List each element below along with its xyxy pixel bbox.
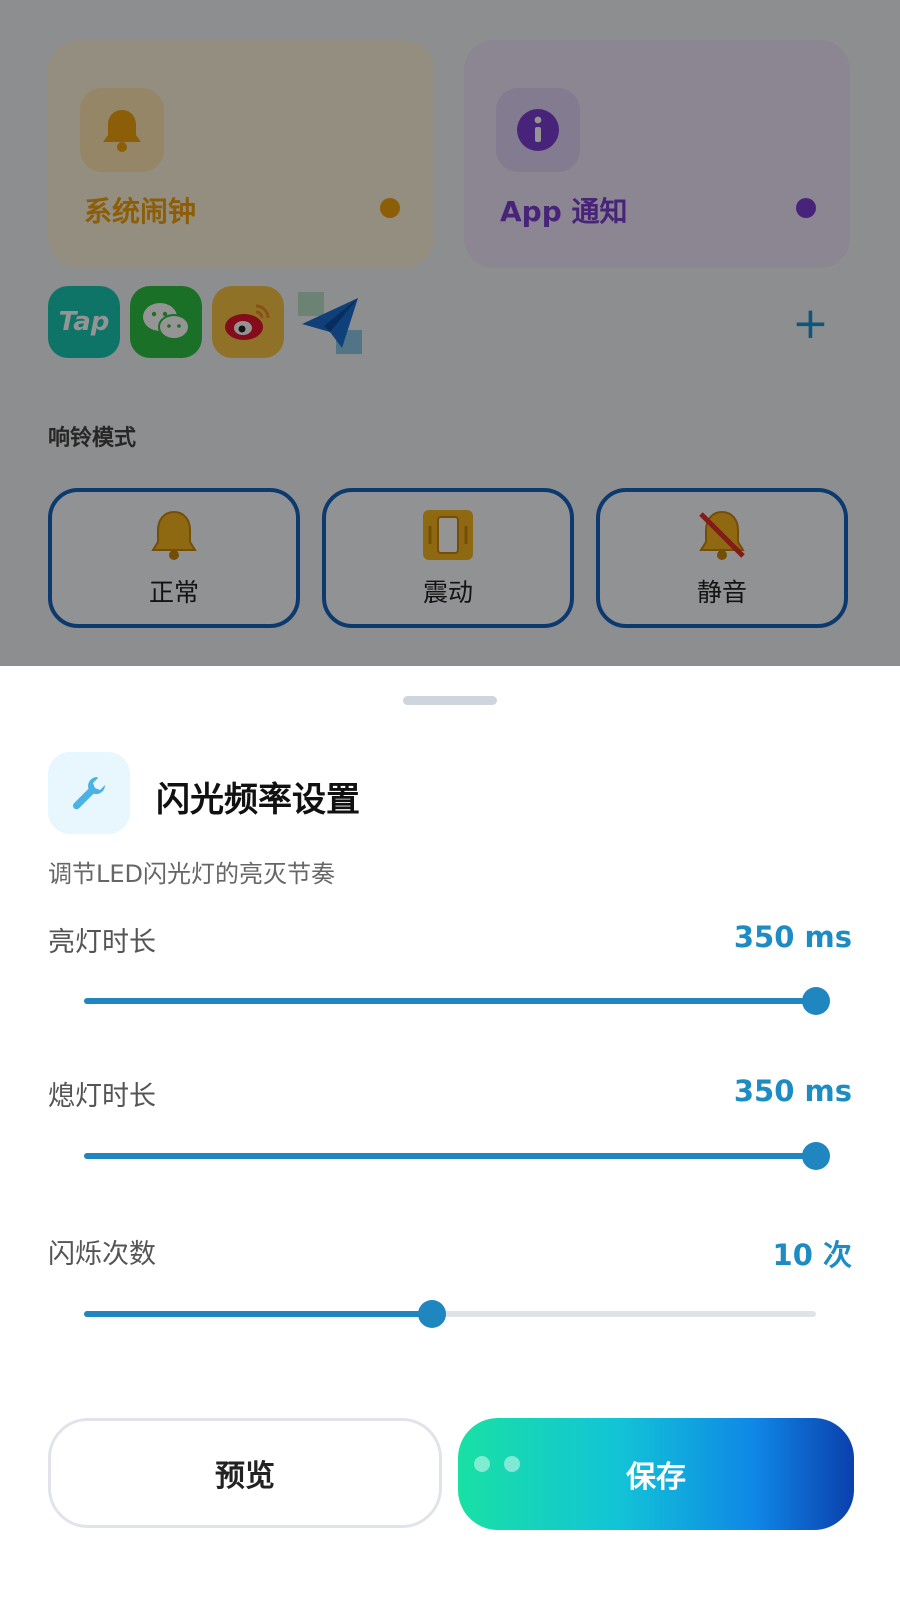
slider-fill	[84, 1153, 816, 1159]
slider-fill	[84, 998, 816, 1004]
sheet-drag-handle[interactable]	[403, 696, 497, 705]
flash-count-label: 闪烁次数	[48, 1239, 156, 1270]
flash-frequency-sheet: 闪光频率设置 调节LED闪光灯的亮灭节奏 亮灯时长 350 ms 熄灯时长 35…	[0, 666, 900, 1600]
off-duration-slider[interactable]	[84, 1140, 830, 1172]
slider-thumb[interactable]	[417, 1300, 446, 1328]
modal-scrim[interactable]	[0, 0, 900, 668]
save-button-label: 保存	[626, 1460, 686, 1495]
off-duration-label: 熄灯时长	[48, 1081, 156, 1112]
on-duration-slider[interactable]	[84, 985, 830, 1017]
on-duration-value: 350 ms	[733, 920, 852, 954]
save-button[interactable]: 保存	[458, 1418, 854, 1530]
preview-button[interactable]: 预览	[48, 1418, 442, 1528]
wrench-icon	[48, 752, 130, 834]
flash-count-value: 10 次	[772, 1238, 852, 1272]
slider-fill	[84, 1311, 432, 1317]
sheet-subtitle: 调节LED闪光灯的亮灭节奏	[48, 860, 336, 888]
flash-count-slider[interactable]	[84, 1298, 816, 1330]
slider-thumb[interactable]	[802, 1142, 830, 1170]
slider-thumb[interactable]	[802, 987, 830, 1015]
off-duration-value: 350 ms	[733, 1074, 852, 1108]
on-duration-label: 亮灯时长	[48, 927, 156, 958]
decorative-dots	[474, 1456, 520, 1472]
sheet-title: 闪光频率设置	[156, 780, 360, 820]
